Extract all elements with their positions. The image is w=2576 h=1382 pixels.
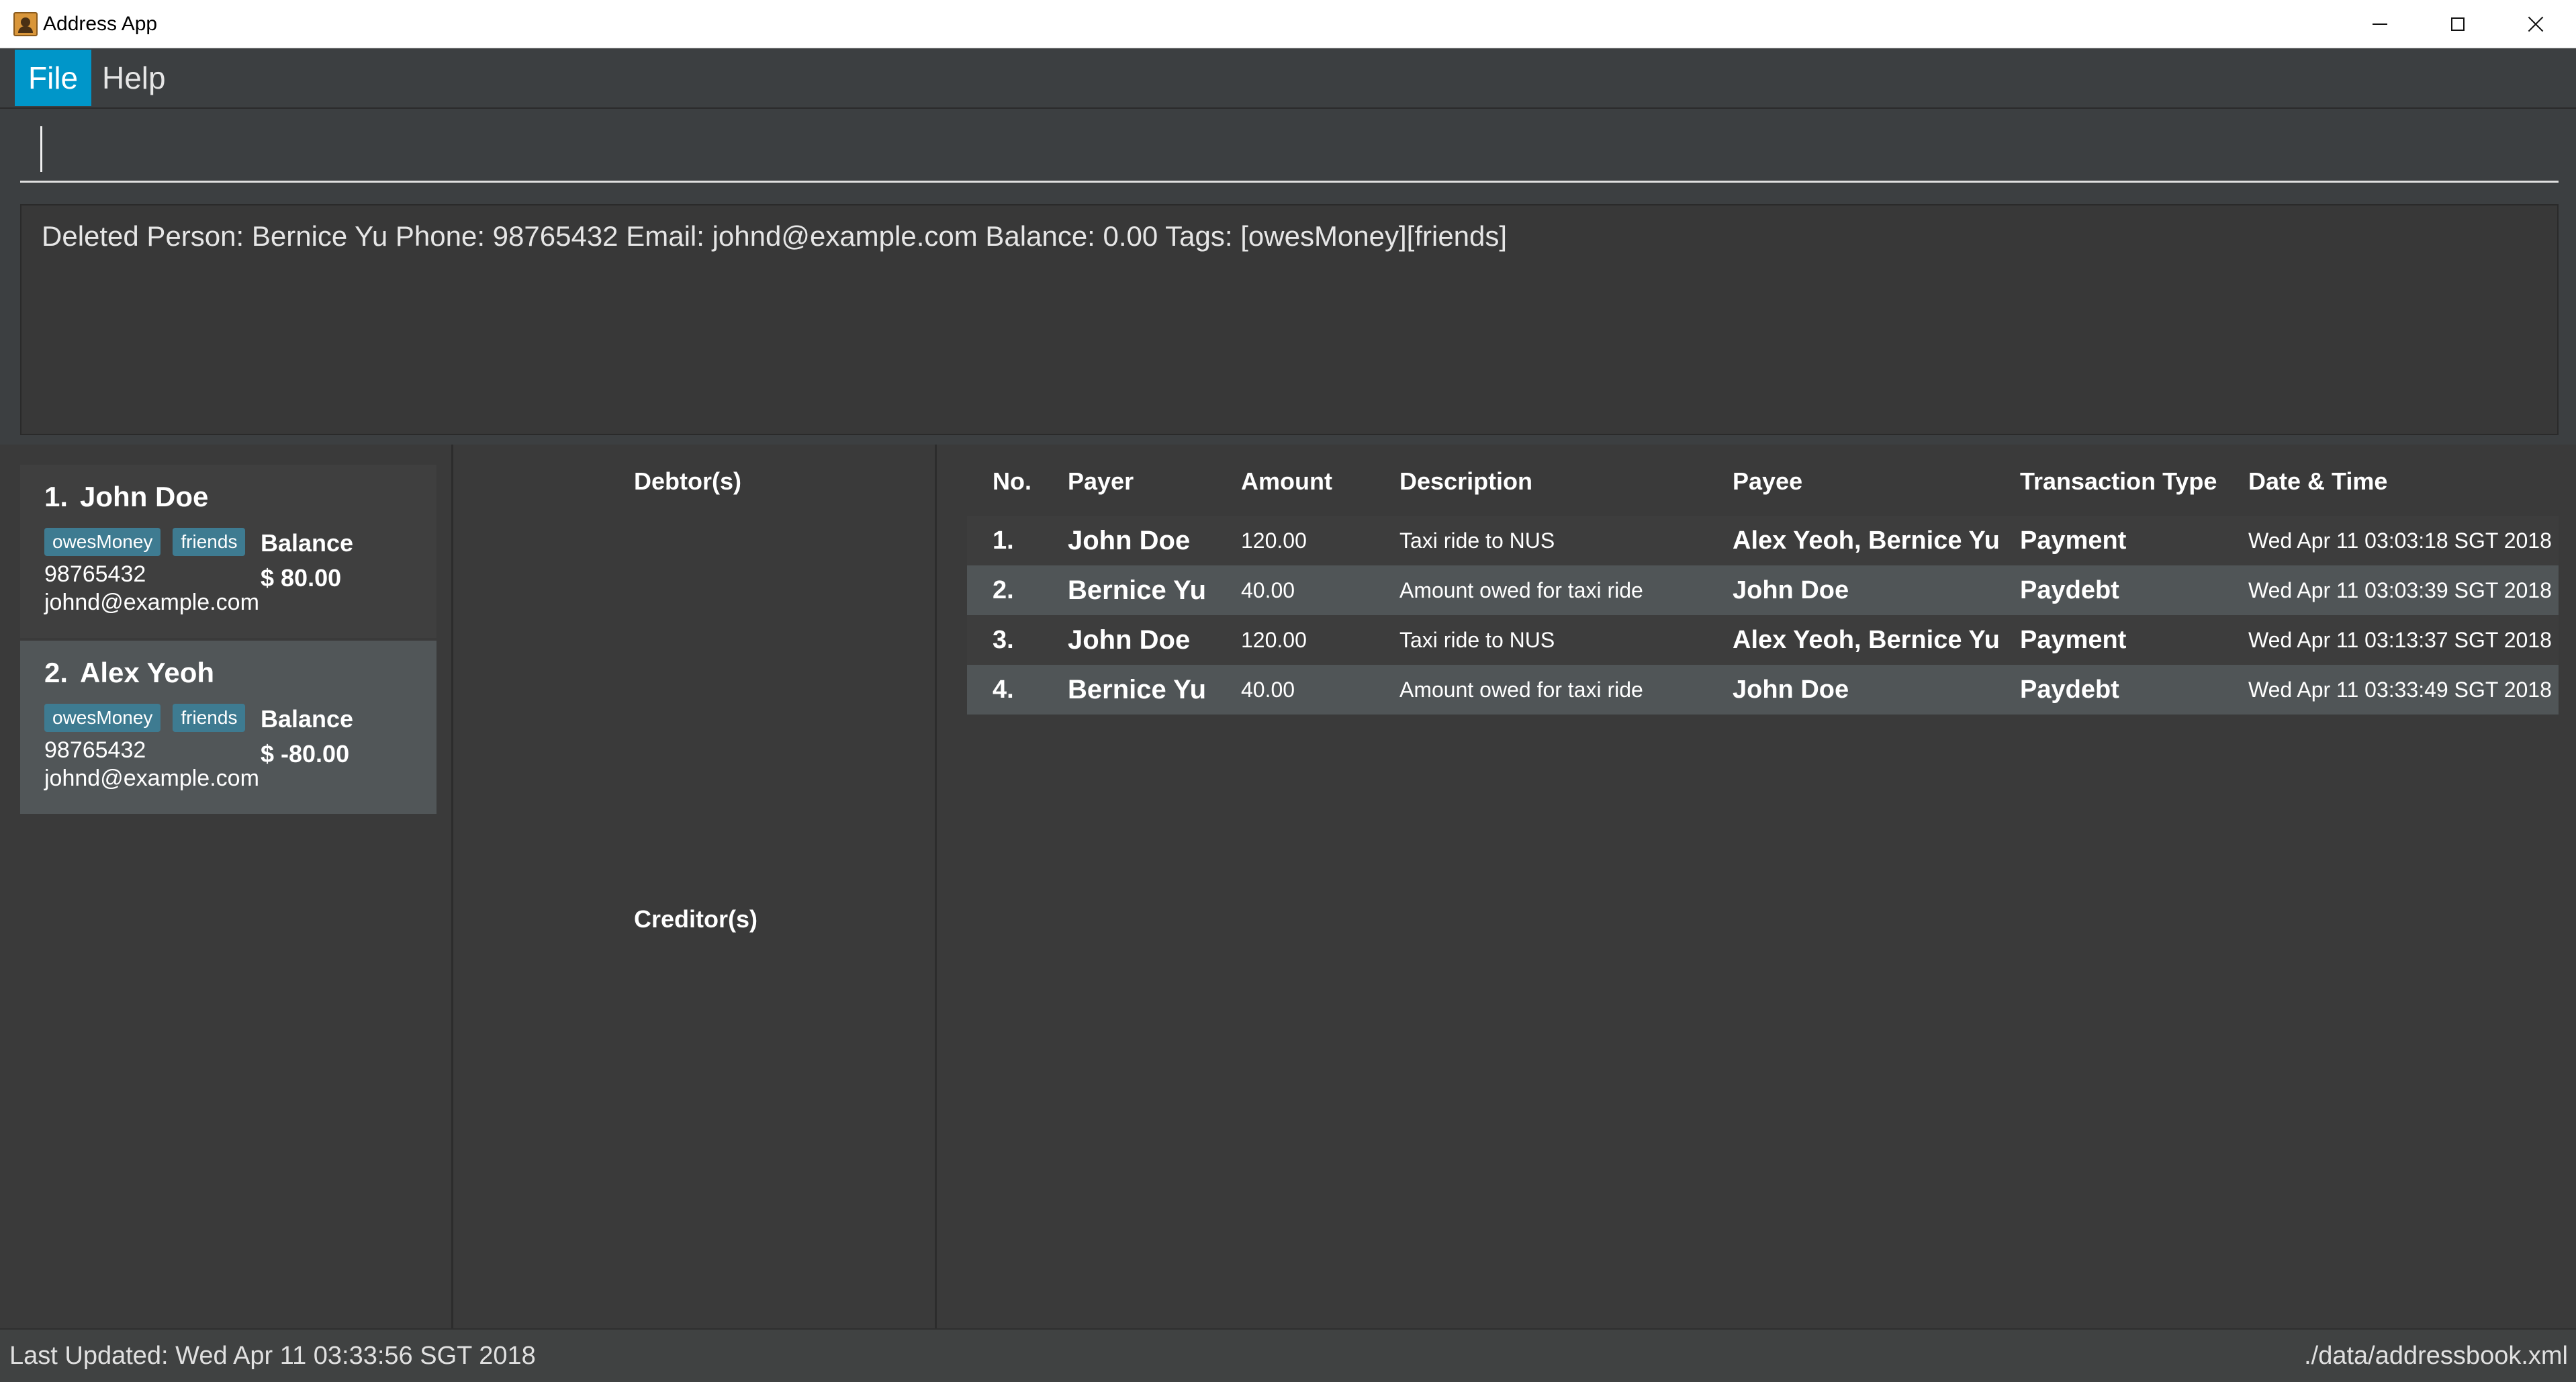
tx-payee: John Doe — [1733, 576, 1849, 604]
person-name: 2. Alex Yeoh — [44, 655, 436, 690]
transaction-row[interactable]: 3. John Doe 120.00 Taxi ride to NUS Alex… — [967, 615, 2559, 665]
tx-amount: 120.00 — [1241, 628, 1307, 652]
menu-help[interactable]: Help — [89, 50, 179, 106]
tx-type: Payment — [2020, 626, 2127, 654]
tx-payer: Bernice Yu — [1068, 675, 1207, 704]
tx-payer: John Doe — [1068, 625, 1191, 655]
tx-no: 1. — [993, 526, 1014, 555]
file-path-status: ./data/addressbook.xml — [2304, 1342, 2568, 1370]
column-header-no[interactable]: No. — [993, 467, 1031, 496]
tx-description: Taxi ride to NUS — [1399, 528, 1555, 553]
command-box-area — [0, 109, 2576, 200]
transaction-row[interactable]: 2. Bernice Yu 40.00 Amount owed for taxi… — [967, 565, 2559, 615]
person-email: johnd@example.com — [44, 590, 259, 615]
command-input[interactable] — [20, 122, 2559, 183]
tag: owesMoney — [44, 704, 161, 732]
person-name-text: Alex Yeoh — [80, 657, 215, 688]
tag-list: owesMoney friends — [44, 528, 257, 556]
balance-value: $ 80.00 — [261, 564, 342, 592]
tx-payee: Alex Yeoh, Bernice Yu — [1733, 626, 2000, 654]
person-name-text: John Doe — [80, 481, 209, 512]
main-panels: 1. John Doe owesMoney friends 98765432 jo… — [0, 445, 2576, 1328]
panel-divider[interactable] — [935, 445, 937, 1328]
tx-type: Payment — [2020, 526, 2127, 555]
column-header-payer[interactable]: Payer — [1068, 467, 1134, 496]
person-email: johnd@example.com — [44, 766, 259, 791]
result-display: Deleted Person: Bernice Yu Phone: 987654… — [20, 204, 2559, 435]
tx-amount: 40.00 — [1241, 678, 1295, 702]
menu-file[interactable]: File — [15, 50, 92, 106]
tx-amount: 40.00 — [1241, 578, 1295, 602]
tx-no: 2. — [993, 576, 1014, 604]
person-index: 2. — [44, 657, 68, 688]
tag: friends — [173, 704, 246, 732]
tx-description: Amount owed for taxi ride — [1399, 678, 1643, 702]
tx-payee: John Doe — [1733, 676, 1849, 704]
tx-payee: Alex Yeoh, Bernice Yu — [1733, 526, 2000, 555]
maximize-icon — [2451, 17, 2465, 31]
tx-date: Wed Apr 11 03:13:37 SGT 2018 — [2248, 628, 2552, 652]
address-book-icon — [13, 12, 38, 36]
tag: owesMoney — [44, 528, 161, 556]
column-header-payee[interactable]: Payee — [1733, 467, 1802, 496]
tx-date: Wed Apr 11 03:33:49 SGT 2018 — [2248, 678, 2552, 702]
person-card[interactable]: 1. John Doe owesMoney friends 98765432 jo… — [20, 465, 436, 638]
title-bar: Address App — [0, 0, 2576, 48]
tx-payer: Bernice Yu — [1068, 575, 1207, 605]
column-header-transaction-type[interactable]: Transaction Type — [2020, 467, 2217, 496]
tx-type: Paydebt — [2020, 576, 2119, 604]
person-phone: 98765432 — [44, 561, 146, 587]
tx-description: Taxi ride to NUS — [1399, 628, 1555, 652]
tx-amount: 120.00 — [1241, 528, 1307, 553]
tx-description: Amount owed for taxi ride — [1399, 578, 1643, 602]
text-caret — [40, 126, 42, 172]
status-bar: Last Updated: Wed Apr 11 03:33:56 SGT 20… — [0, 1328, 2576, 1382]
close-icon — [2527, 15, 2544, 33]
debtors-header: Debtor(s) — [634, 467, 741, 495]
tag: friends — [173, 528, 246, 556]
menu-bar: File Help — [0, 48, 2576, 109]
minimize-icon — [2373, 24, 2387, 25]
tx-no: 4. — [993, 676, 1014, 704]
window-title: Address App — [43, 13, 158, 35]
column-header-amount[interactable]: Amount — [1241, 467, 1332, 496]
tx-date: Wed Apr 11 03:03:18 SGT 2018 — [2248, 528, 2552, 553]
person-name: 1. John Doe — [44, 479, 436, 514]
tag-list: owesMoney friends — [44, 704, 257, 732]
balance-value: $ -80.00 — [261, 740, 350, 768]
person-phone: 98765432 — [44, 737, 146, 763]
minimize-button[interactable] — [2342, 0, 2418, 48]
person-card[interactable]: 2. Alex Yeoh owesMoney friends 98765432 j… — [20, 641, 436, 814]
balance-label: Balance — [261, 529, 354, 557]
creditors-header: Creditor(s) — [634, 905, 758, 933]
person-index: 1. — [44, 481, 68, 512]
tx-date: Wed Apr 11 03:03:39 SGT 2018 — [2248, 578, 2552, 602]
transaction-row[interactable]: 1. John Doe 120.00 Taxi ride to NUS Alex… — [967, 516, 2559, 565]
column-header-description[interactable]: Description — [1399, 467, 1532, 496]
transaction-row[interactable]: 4. Bernice Yu 40.00 Amount owed for taxi… — [967, 665, 2559, 715]
balance-label: Balance — [261, 705, 354, 733]
column-header-date[interactable]: Date & Time — [2248, 467, 2387, 496]
tx-type: Paydebt — [2020, 676, 2119, 704]
last-updated-status: Last Updated: Wed Apr 11 03:33:56 SGT 20… — [9, 1342, 536, 1370]
tx-payer: John Doe — [1068, 526, 1191, 555]
close-button[interactable] — [2498, 0, 2573, 48]
panel-divider[interactable] — [451, 445, 453, 1328]
maximize-button[interactable] — [2420, 0, 2495, 48]
tx-no: 3. — [993, 626, 1014, 654]
